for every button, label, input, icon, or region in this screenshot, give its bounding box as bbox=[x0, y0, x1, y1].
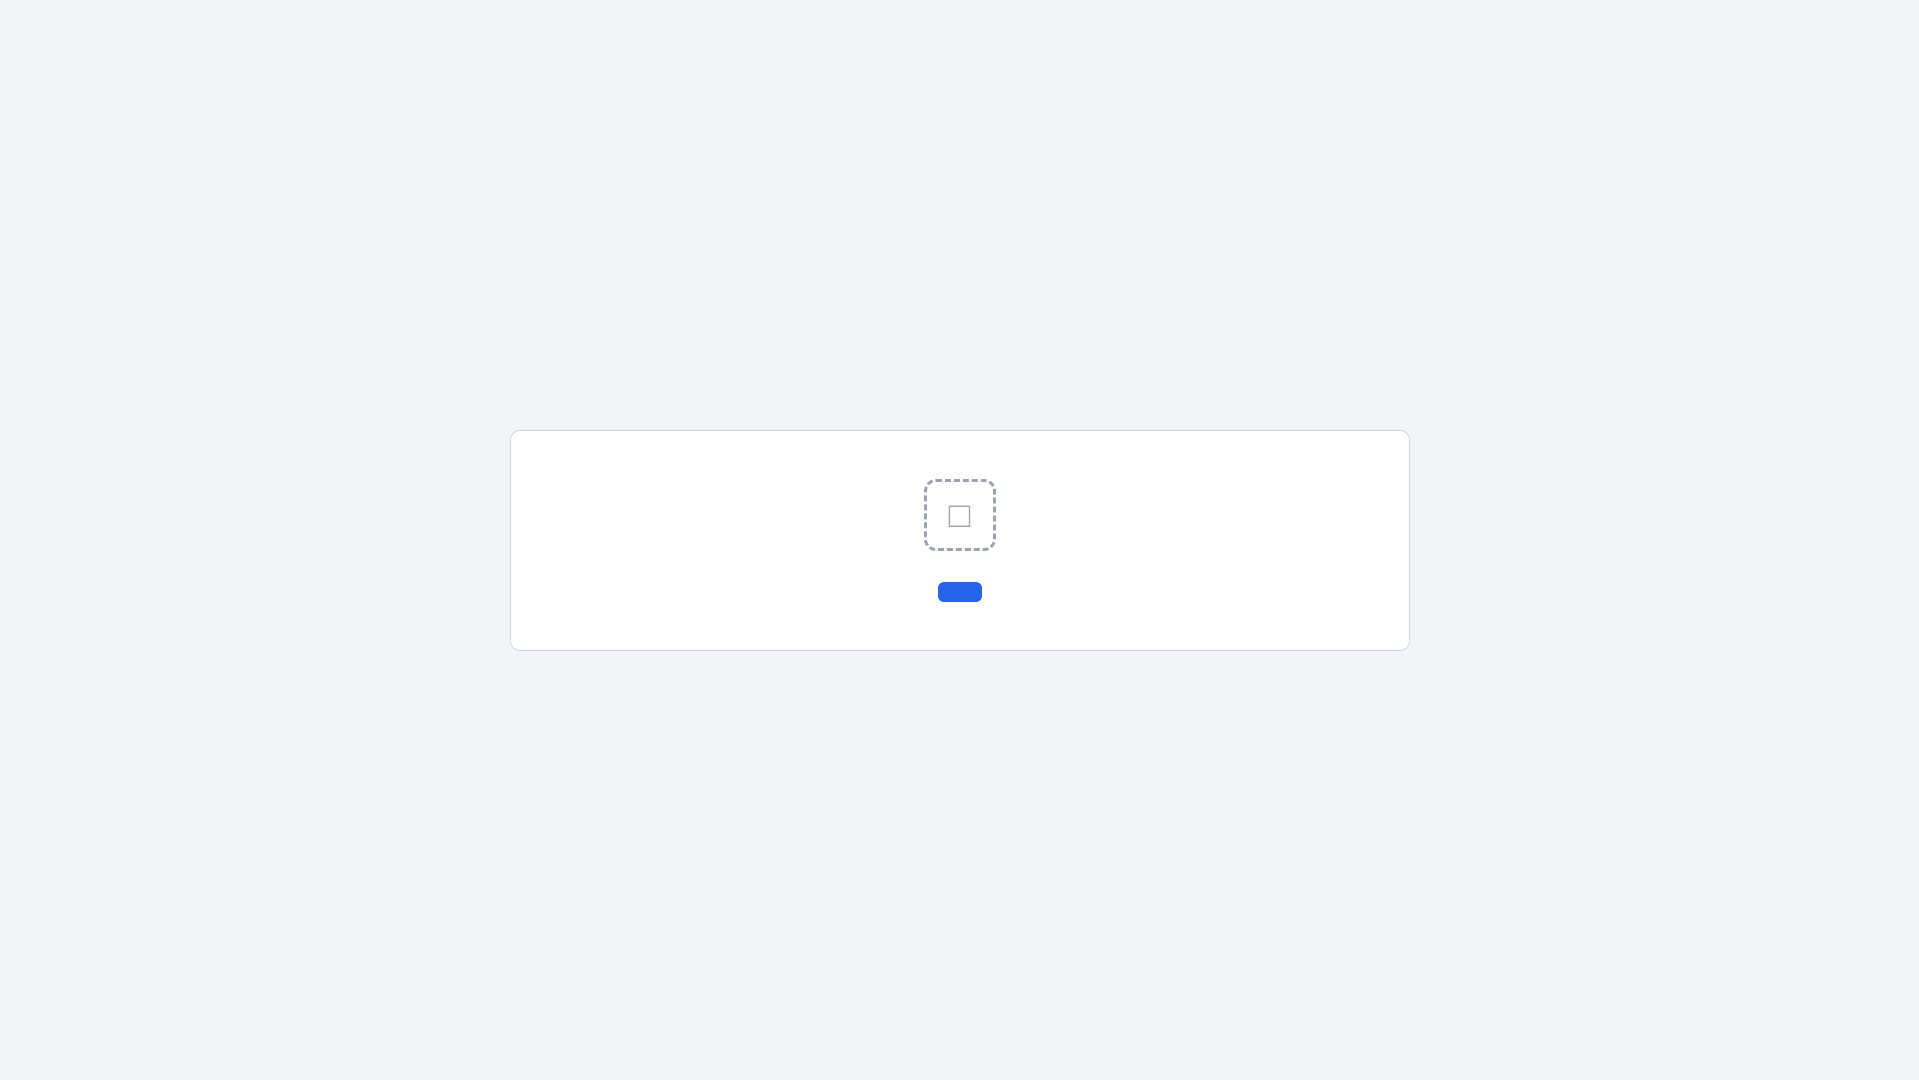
placeholder-card: □ bbox=[509, 429, 1410, 651]
placeholder-frame: □ bbox=[0, 0, 1919, 1080]
image-missing-icon: □ bbox=[923, 478, 996, 551]
retry-button[interactable] bbox=[937, 581, 982, 602]
